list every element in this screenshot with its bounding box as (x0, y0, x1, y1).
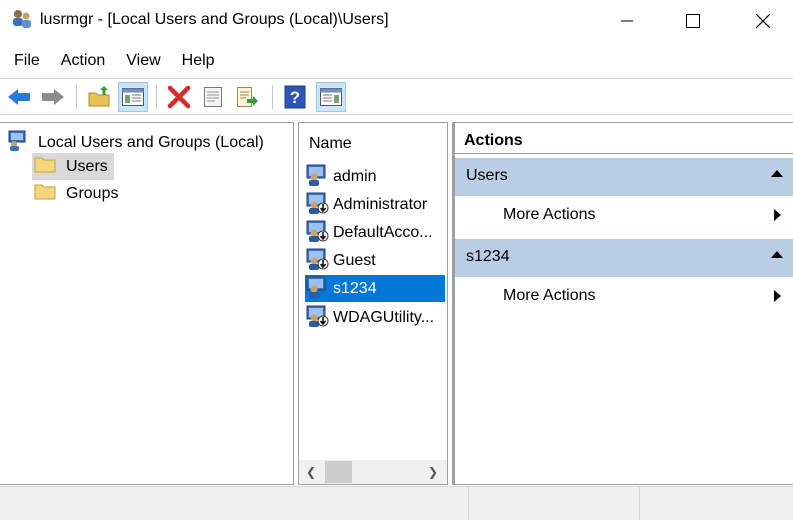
close-icon (756, 14, 770, 28)
user-icon (305, 275, 329, 302)
action-group-label: s1234 (466, 248, 510, 265)
list-item-user[interactable]: DefaultAcco... (305, 219, 445, 246)
toolbar-separator (272, 85, 273, 109)
more-actions-s1234[interactable]: More Actions (455, 278, 793, 314)
console-tree-pane: Local Users and Groups (Local) Users Gro… (0, 122, 294, 485)
disabled-user-icon (305, 247, 329, 274)
tree-node-users[interactable]: Users (32, 153, 114, 180)
list-item-user[interactable]: Guest (305, 247, 445, 274)
actions-pane: Actions Users More Actions s1234 More Ac… (452, 122, 793, 485)
action-group-label: Users (466, 167, 508, 184)
svg-text:?: ? (290, 88, 300, 107)
help-icon: ? (284, 85, 306, 109)
toolbar: ? (0, 78, 793, 115)
folder-icon (34, 182, 56, 205)
properties-button[interactable] (198, 82, 228, 112)
scrollbar-thumb[interactable] (325, 461, 352, 483)
column-header-name[interactable]: Name (309, 135, 352, 153)
users-list-pane: Name admin Administrator DefaultAcco... … (298, 122, 448, 485)
list-item-user[interactable]: admin (305, 163, 445, 190)
collapse-up-icon[interactable] (771, 251, 783, 258)
maximize-icon (686, 14, 700, 28)
computer-users-icon (6, 129, 30, 156)
disabled-user-icon (305, 219, 329, 246)
tree-root-local-users-and-groups[interactable]: Local Users and Groups (Local) (6, 129, 264, 156)
toolbar-separator (76, 85, 77, 109)
list-item-label: DefaultAcco... (333, 223, 433, 241)
status-bar-section (639, 487, 640, 520)
users-app-icon[interactable] (11, 8, 33, 30)
disabled-user-icon (305, 191, 329, 218)
list-item-user[interactable]: Administrator (305, 191, 445, 218)
delete-button[interactable] (164, 82, 194, 112)
list-item-label: Guest (333, 251, 376, 269)
tree-node-groups[interactable]: Groups (32, 180, 124, 207)
back-icon (8, 89, 30, 105)
export-list-icon (237, 87, 258, 107)
tree-node-label: Users (66, 157, 108, 175)
show-hide-action-pane-button[interactable] (316, 82, 346, 112)
close-button[interactable] (740, 0, 786, 42)
more-actions-users[interactable]: More Actions (455, 197, 793, 233)
horizontal-scrollbar[interactable]: ❮ ❯ (299, 460, 447, 484)
up-folder-icon (88, 86, 110, 107)
collapse-up-icon[interactable] (771, 170, 783, 177)
tree-root-label: Local Users and Groups (Local) (38, 133, 264, 151)
submenu-arrow-icon (774, 290, 781, 302)
window-title: lusrmgr - [Local Users and Groups (Local… (40, 11, 389, 28)
scroll-right-icon[interactable]: ❯ (423, 463, 443, 481)
list-item-user[interactable]: WDAGUtility... (305, 304, 445, 331)
action-group-users[interactable]: Users (455, 158, 793, 196)
properties-icon (204, 87, 222, 107)
show-hide-console-tree-button[interactable] (118, 82, 148, 112)
list-item-label: Administrator (333, 195, 428, 213)
menu-file[interactable]: File (7, 48, 47, 76)
menu-action[interactable]: Action (54, 48, 112, 76)
menu-help[interactable]: Help (175, 48, 222, 76)
tree-node-label: Groups (66, 184, 119, 202)
help-button[interactable]: ? (280, 82, 310, 112)
back-button[interactable] (4, 82, 34, 112)
show-hide-action-pane-icon (320, 88, 342, 106)
forward-icon (42, 89, 64, 105)
maximize-button[interactable] (670, 0, 716, 42)
menu-bar: File Action View Help (0, 48, 793, 76)
submenu-arrow-icon (774, 209, 781, 221)
export-list-button[interactable] (232, 82, 262, 112)
action-item-label: More Actions (503, 287, 596, 304)
status-bar-section (468, 487, 469, 520)
list-item-label: s1234 (333, 279, 377, 297)
menu-view[interactable]: View (119, 48, 167, 76)
actions-title: Actions (455, 123, 793, 154)
action-item-label: More Actions (503, 206, 596, 223)
status-bar (0, 486, 793, 520)
action-group-s1234[interactable]: s1234 (455, 239, 793, 277)
list-item-label: WDAGUtility... (333, 308, 435, 326)
minimize-button[interactable] (604, 0, 650, 42)
minimize-icon (621, 20, 633, 22)
user-icon (305, 163, 329, 190)
forward-button[interactable] (38, 82, 68, 112)
toolbar-separator (156, 85, 157, 109)
list-item-label: admin (333, 167, 377, 185)
delete-icon (167, 85, 191, 109)
list-item-user-selected[interactable]: s1234 (305, 275, 445, 302)
up-one-level-button[interactable] (84, 82, 114, 112)
disabled-user-icon (305, 304, 329, 331)
folder-icon (34, 155, 56, 178)
show-hide-console-tree-icon (122, 88, 144, 106)
scroll-left-icon[interactable]: ❮ (301, 463, 321, 481)
title-bar: lusrmgr - [Local Users and Groups (Local… (0, 0, 793, 42)
